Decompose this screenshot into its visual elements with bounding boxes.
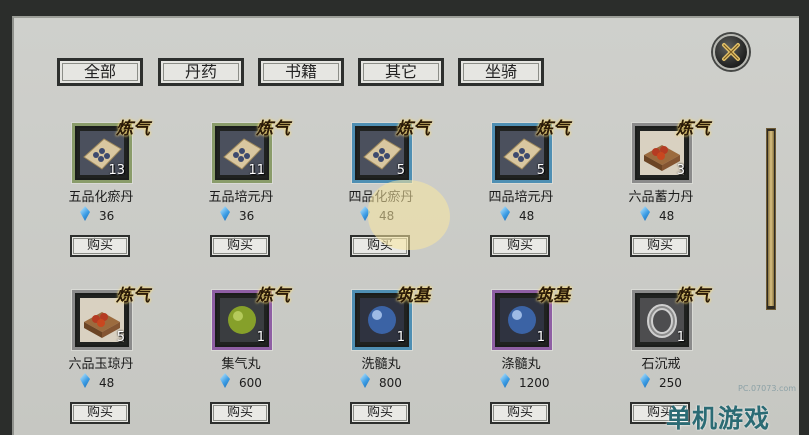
- item-name: 五品化瘀丹: [68, 190, 134, 205]
- item-realm-tag: 炼气: [256, 286, 290, 306]
- item-count: 1: [396, 330, 405, 345]
- item-price: 1200: [519, 376, 550, 390]
- item-count: 3: [676, 163, 685, 178]
- buy-button[interactable]: 购买: [490, 235, 550, 257]
- item-realm-tag: 炼气: [116, 286, 150, 306]
- item-count: 1: [256, 330, 265, 345]
- item-name: 六品蓄力丹: [628, 190, 694, 205]
- item-name: 石沉戒: [641, 357, 681, 372]
- item-price: 250: [659, 376, 682, 390]
- item-price: 48: [99, 376, 115, 390]
- item-count: 5: [536, 163, 545, 178]
- item-realm-tag: 筑基: [396, 286, 430, 306]
- item-name: 六品玉琼丹: [68, 357, 134, 372]
- item-count: 11: [248, 163, 265, 178]
- buy-button[interactable]: 购买: [70, 235, 130, 257]
- item-name: 洗髓丸: [361, 357, 401, 372]
- close-button[interactable]: [713, 34, 749, 70]
- tab-books[interactable]: 书籍: [258, 58, 344, 86]
- buy-button[interactable]: 购买: [210, 235, 270, 257]
- buy-button[interactable]: 购买: [210, 402, 270, 424]
- buy-button[interactable]: 购买: [350, 402, 410, 424]
- item-price: 48: [659, 209, 675, 223]
- item-realm-tag: 筑基: [536, 286, 570, 306]
- tab-all[interactable]: 全部: [57, 58, 143, 86]
- item-count: 13: [108, 163, 125, 178]
- item-name: 集气丸: [221, 357, 261, 372]
- scrollbar-thumb[interactable]: [768, 131, 774, 306]
- item-count: 5: [396, 163, 405, 178]
- item-count: 5: [116, 330, 125, 345]
- item-realm-tag: 炼气: [676, 119, 710, 139]
- tab-pills[interactable]: 丹药: [158, 58, 244, 86]
- item-name: 五品培元丹: [208, 190, 274, 205]
- item-price: 600: [239, 376, 262, 390]
- watermark-site: PC.07073.com: [738, 384, 797, 393]
- item-name: 四品培元丹: [488, 190, 554, 205]
- item-price: 48: [519, 209, 535, 223]
- close-icon: [722, 43, 740, 61]
- item-realm-tag: 炼气: [676, 286, 710, 306]
- buy-button[interactable]: 购买: [490, 402, 550, 424]
- item-realm-tag: 炼气: [396, 119, 430, 139]
- item-name: 涤髓丸: [501, 357, 541, 372]
- tab-mounts[interactable]: 坐骑: [458, 58, 544, 86]
- item-count: 1: [536, 330, 545, 345]
- item-price: 36: [99, 209, 115, 223]
- buy-button[interactable]: 购买: [70, 402, 130, 424]
- item-price: 800: [379, 376, 402, 390]
- scrollbar[interactable]: [766, 128, 776, 310]
- watermark-brand: 单机游戏: [666, 404, 771, 433]
- tab-other[interactable]: 其它: [358, 58, 444, 86]
- item-realm-tag: 炼气: [256, 119, 290, 139]
- item-price: 36: [239, 209, 255, 223]
- buy-button[interactable]: 购买: [630, 235, 690, 257]
- item-realm-tag: 炼气: [116, 119, 150, 139]
- watermark-mascot: [368, 180, 450, 250]
- item-realm-tag: 炼气: [536, 119, 570, 139]
- item-count: 1: [676, 330, 685, 345]
